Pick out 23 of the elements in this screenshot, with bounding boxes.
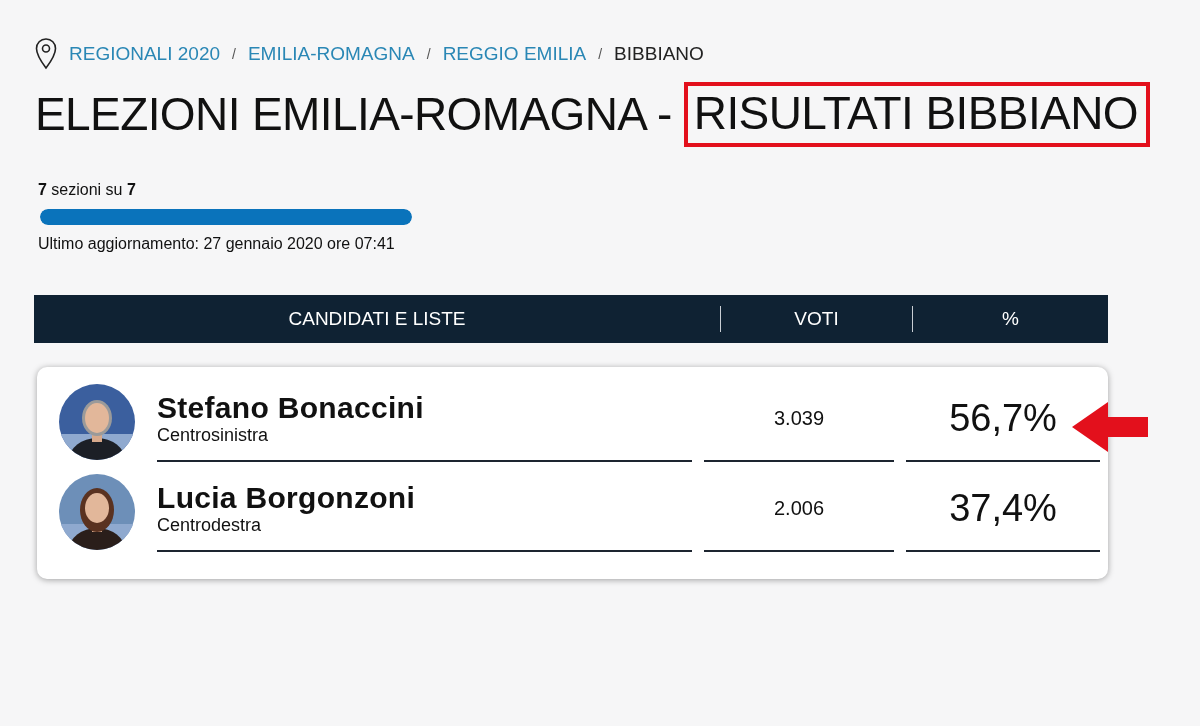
highlighted-title: RISULTATI BIBBIANO	[683, 82, 1150, 147]
vote-count: 2.006	[773, 496, 825, 520]
coalition-name: Centrosinistra	[157, 424, 270, 446]
breadcrumb-separator: /	[426, 46, 431, 62]
column-header: CANDIDATI E LISTE	[288, 307, 466, 330]
column-header: %	[1002, 306, 1019, 331]
breadcrumb-separator: /	[598, 46, 603, 62]
coalition-name: Centrodestra	[157, 514, 263, 536]
vote-percent: 37,4%	[949, 486, 1057, 530]
last-update: Ultimo aggiornamento: 27 gennaio 2020 ore 07:41	[38, 234, 396, 253]
breadcrumb-current: BIBBIANO	[614, 43, 704, 65]
breadcrumb-separator: /	[232, 46, 236, 62]
breadcrumb-link[interactable]: REGIONALI 2020	[69, 43, 221, 65]
breadcrumb-link[interactable]: EMILIA-ROMAGNA	[247, 43, 415, 65]
vote-percent: 56,7%	[949, 396, 1057, 440]
breadcrumb-link[interactable]: REGGIO EMILIA	[442, 43, 587, 65]
location-pin-icon	[35, 38, 57, 70]
page-title: ELEZIONI EMILIA-ROMAGNA -	[35, 87, 672, 142]
sections-count: 7 sezioni su 7	[38, 180, 137, 199]
candidate-name: Stefano Bonaccini	[157, 390, 425, 425]
vote-count: 3.039	[773, 406, 825, 430]
candidate-name: Lucia Borgonzoni	[157, 480, 417, 515]
column-header: VOTI	[794, 306, 839, 331]
